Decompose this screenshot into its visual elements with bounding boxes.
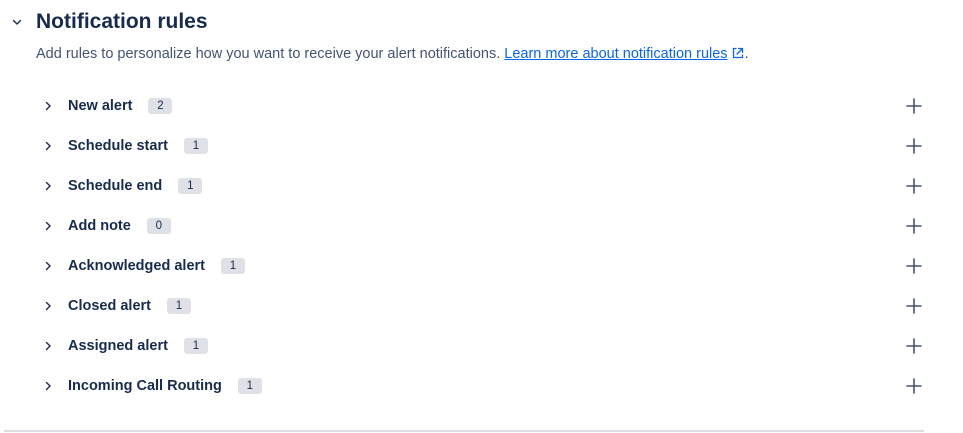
learn-more-link[interactable]: Learn more about notification rules — [504, 46, 744, 62]
plus-icon[interactable] — [904, 296, 924, 316]
plus-icon[interactable] — [904, 216, 924, 236]
rule-count-badge: 1 — [220, 258, 245, 274]
rule-label[interactable]: Add note — [68, 218, 131, 234]
section-description: Add rules to personalize how you want to… — [36, 46, 749, 64]
rules-list: New alert 2 Schedule start 1 Schedule en… — [36, 86, 924, 406]
rule-row-assigned-alert[interactable]: Assigned alert 1 — [36, 326, 924, 366]
chevron-right-icon[interactable] — [36, 134, 60, 158]
learn-more-link-text[interactable]: Learn more about notification rules — [504, 46, 727, 62]
rule-row-incoming-call-routing[interactable]: Incoming Call Routing 1 — [36, 366, 924, 406]
plus-icon[interactable] — [904, 136, 924, 156]
chevron-right-icon[interactable] — [36, 374, 60, 398]
plus-icon[interactable] — [904, 176, 924, 196]
rule-label[interactable]: Acknowledged alert — [68, 258, 205, 274]
section-header: Notification rules — [8, 8, 208, 36]
rule-row-closed-alert[interactable]: Closed alert 1 — [36, 286, 924, 326]
rule-count-badge: 1 — [183, 138, 208, 154]
rule-label[interactable]: Incoming Call Routing — [68, 378, 222, 394]
section-title: Notification rules — [36, 10, 208, 33]
rule-row-add-note[interactable]: Add note 0 — [36, 206, 924, 246]
plus-icon[interactable] — [904, 376, 924, 396]
rule-label[interactable]: Schedule end — [68, 178, 162, 194]
description-period: . — [744, 46, 749, 62]
section-divider — [4, 430, 924, 432]
rule-label[interactable]: Schedule start — [68, 138, 168, 154]
external-link-icon[interactable] — [731, 46, 745, 64]
chevron-right-icon[interactable] — [36, 254, 60, 278]
rule-count-badge: 0 — [146, 218, 171, 234]
description-text: Add rules to personalize how you want to… — [36, 46, 501, 62]
rule-label[interactable]: New alert — [68, 98, 132, 114]
chevron-right-icon[interactable] — [36, 294, 60, 318]
plus-icon[interactable] — [904, 96, 924, 116]
rule-row-acknowledged-alert[interactable]: Acknowledged alert 1 — [36, 246, 924, 286]
rule-count-badge: 1 — [237, 378, 262, 394]
rule-row-schedule-start[interactable]: Schedule start 1 — [36, 126, 924, 166]
plus-icon[interactable] — [904, 336, 924, 356]
rule-row-schedule-end[interactable]: Schedule end 1 — [36, 166, 924, 206]
rule-row-new-alert[interactable]: New alert 2 — [36, 86, 924, 126]
rule-label[interactable]: Assigned alert — [68, 338, 168, 354]
plus-icon[interactable] — [904, 256, 924, 276]
chevron-right-icon[interactable] — [36, 94, 60, 118]
chevron-right-icon[interactable] — [36, 214, 60, 238]
rule-count-badge: 1 — [183, 338, 208, 354]
chevron-down-icon[interactable] — [8, 13, 26, 31]
chevron-right-icon[interactable] — [36, 334, 60, 358]
rule-count-badge: 1 — [178, 178, 203, 194]
chevron-right-icon[interactable] — [36, 174, 60, 198]
rule-count-badge: 2 — [148, 98, 173, 114]
rule-label[interactable]: Closed alert — [68, 298, 151, 314]
rule-count-badge: 1 — [167, 298, 191, 314]
